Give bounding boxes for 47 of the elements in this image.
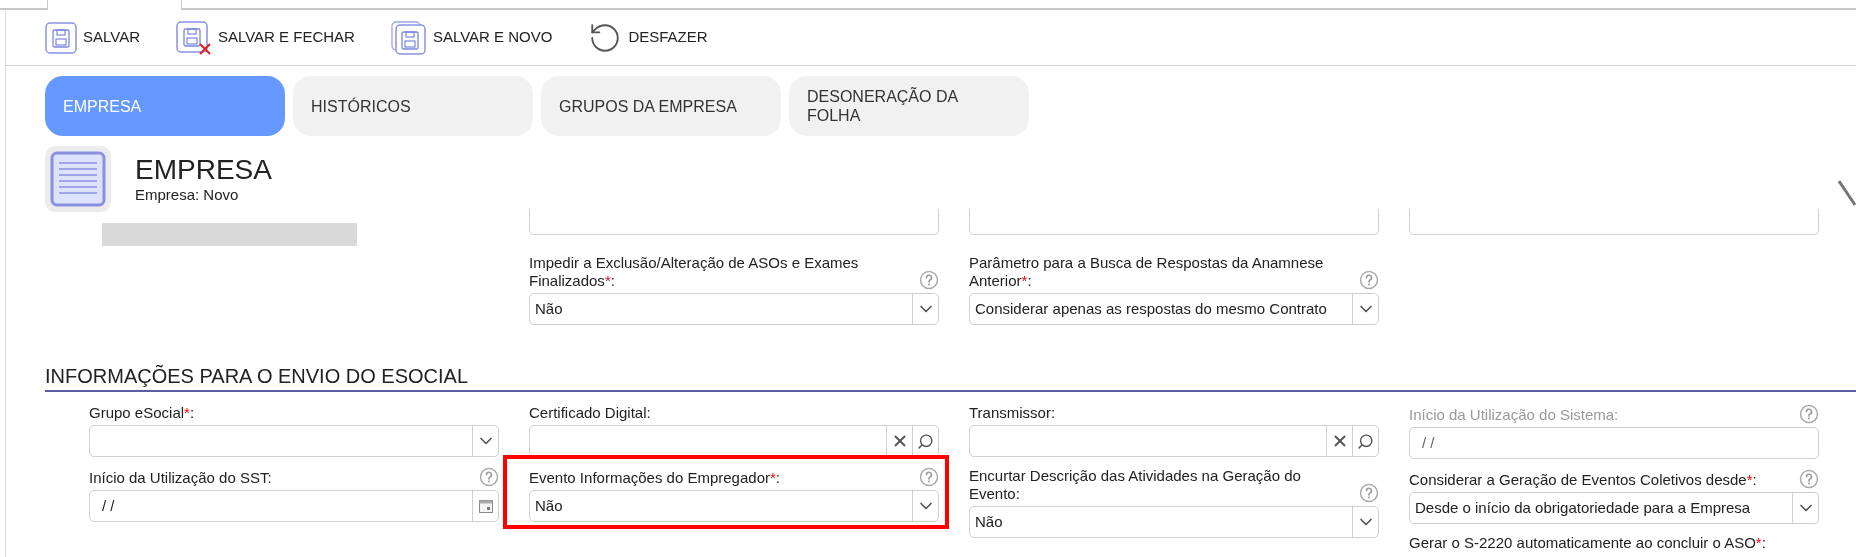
select-field[interactable]: Não <box>969 506 1379 538</box>
document-icon <box>45 146 111 212</box>
input-field[interactable] <box>969 209 1379 235</box>
select-field[interactable]: Desde o início da obrigatoriedade para a Empresa <box>1409 492 1819 524</box>
field-label: Encurtar Descrição das Atividades na Geração do Evento: <box>969 467 1302 503</box>
field-label: Considerar a Geração de Eventos Coletivos desde*: <box>1409 471 1758 489</box>
field-label: Grupo eSocial*: <box>89 404 196 422</box>
field-label: Parâmetro para a Busca de Respostas da Anamnese Anterior*: <box>969 254 1325 290</box>
field-label: Impedir a Exclusão/Alteração de ASOs e Exames Finalizados*: <box>529 254 860 290</box>
help-icon[interactable] <box>919 270 939 290</box>
help-icon[interactable] <box>1359 270 1379 290</box>
field-label: Início da Utilização do Sistema: <box>1409 406 1620 424</box>
help-icon[interactable] <box>1359 483 1379 503</box>
toolbar-button[interactable]: SALVAR <box>45 21 140 54</box>
search-icon[interactable] <box>917 432 934 450</box>
toolbar-button[interactable]: SALVAR E NOVO <box>390 20 553 55</box>
select-field[interactable]: Considerar apenas as respostas do mesmo Contrato <box>969 293 1379 325</box>
toolbar-button[interactable]: DESFAZER <box>588 20 708 55</box>
field-label: Início da Utilização do SST: <box>89 469 273 487</box>
date-field[interactable]: / / <box>89 490 499 522</box>
page-subtitle: Empresa: Novo <box>135 186 240 204</box>
help-icon[interactable] <box>919 467 939 487</box>
tab[interactable]: GRUPOS DA EMPRESA <box>541 76 781 136</box>
tab[interactable]: HISTÓRICOS <box>293 76 533 136</box>
input-field[interactable] <box>1409 209 1819 235</box>
field-label: Certificado Digital: <box>529 404 652 422</box>
toolbar-button[interactable]: SALVAR E FECHAR <box>175 20 355 55</box>
help-icon[interactable] <box>1799 469 1819 489</box>
page-title: EMPRESA <box>135 154 272 186</box>
input-field[interactable] <box>529 209 939 235</box>
section-title: INFORMAÇÕES PARA O ENVIO DO ESOCIAL <box>45 365 469 387</box>
calendar-icon[interactable] <box>478 499 493 513</box>
tab[interactable]: DESONERAÇÃO DA FOLHA <box>789 76 1029 136</box>
lookup-field[interactable] <box>969 425 1379 457</box>
select-field[interactable] <box>89 425 499 457</box>
help-icon[interactable] <box>479 467 499 487</box>
field-label: Gerar o S-2220 automaticamente ao concluir o ASO*: <box>1409 534 1767 552</box>
select-field[interactable]: Não <box>529 490 939 522</box>
field-label: Transmissor: <box>969 404 1057 422</box>
search-icon[interactable] <box>1357 432 1374 450</box>
field-label: Evento Informações do Empregador*: <box>529 469 781 487</box>
select-field[interactable]: Não <box>529 293 939 325</box>
lookup-field[interactable] <box>529 425 939 457</box>
save-close-icon[interactable] <box>175 20 212 55</box>
save-copy-icon[interactable] <box>390 20 427 55</box>
save-icon[interactable] <box>45 21 77 54</box>
slash-icon <box>1838 180 1856 206</box>
